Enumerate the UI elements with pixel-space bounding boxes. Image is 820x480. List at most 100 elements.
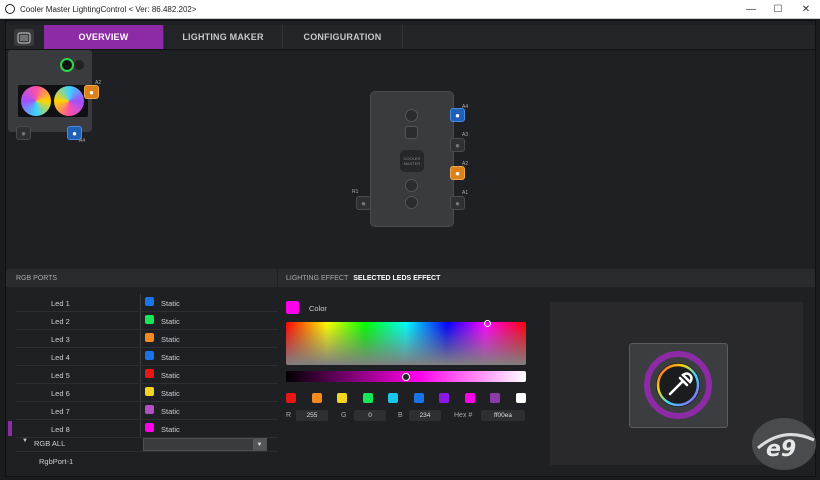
led-name: Led 4 — [51, 353, 70, 362]
preset-color-swatch[interactable] — [337, 393, 347, 403]
window-titlebar: Cooler Master LightingControl < Ver: 86.… — [0, 0, 820, 19]
preset-color-swatch[interactable] — [490, 393, 500, 403]
port-badge-r1[interactable]: ● — [356, 196, 371, 210]
tab-lighting-maker[interactable]: LIGHTING MAKER — [164, 25, 283, 49]
port-label: A2 — [95, 80, 102, 86]
pump-icon — [60, 58, 74, 72]
caret-down-icon[interactable]: ▼ — [22, 438, 28, 444]
led-color-swatch[interactable] — [145, 387, 154, 396]
led-row[interactable]: Led 5 Static — [16, 366, 281, 384]
column-divider — [140, 312, 141, 329]
b-label: B — [398, 412, 403, 419]
led-effect: Static — [161, 407, 180, 416]
radiator-icon — [18, 85, 88, 117]
preset-color-swatch[interactable] — [464, 393, 475, 403]
led-bulb-icon: ● — [455, 198, 460, 208]
rgb-port-row[interactable]: RgbPort-1 — [16, 452, 281, 469]
watermark-logo-icon: e9 — [752, 418, 816, 470]
preset-color-swatch[interactable] — [413, 393, 424, 403]
column-divider — [140, 402, 141, 419]
port-badge-a1[interactable]: ● — [450, 196, 465, 210]
current-color-swatch — [286, 301, 299, 314]
led-bulb-icon: ● — [21, 128, 26, 138]
chevron-down-icon[interactable]: ▼ — [253, 439, 266, 450]
port-badge-a2[interactable]: ● — [84, 85, 99, 99]
led-row[interactable]: Led 4 Static — [16, 348, 281, 366]
led-color-swatch[interactable] — [145, 333, 154, 342]
lighting-effect-header: LIGHTING EFFECT SELECTED LEDS EFFECT — [278, 269, 815, 287]
led-row[interactable]: Led 1 Static — [16, 294, 281, 312]
brightness-slider[interactable] — [286, 371, 526, 382]
led-color-swatch[interactable] — [145, 405, 154, 414]
led-effect: Static — [161, 425, 180, 434]
cooler-master-logo-icon — [14, 29, 34, 46]
port-badge-empty[interactable]: ● — [16, 126, 31, 140]
color-label: Color — [309, 304, 327, 313]
r-input[interactable]: 255 — [296, 410, 328, 421]
led-color-swatch[interactable] — [145, 297, 154, 306]
g-input[interactable]: 0 — [354, 410, 386, 421]
effect-dropdown[interactable]: ▼ — [143, 438, 267, 451]
rgb-ports-title: RGB PORTS — [16, 274, 58, 282]
led-name: Led 3 — [51, 335, 70, 344]
led-row[interactable]: Led 3 Static — [16, 330, 281, 348]
controller-button[interactable] — [405, 109, 418, 122]
led-name: Led 7 — [51, 407, 70, 416]
led-row[interactable]: Led 6 Static — [16, 384, 281, 402]
led-effect: Static — [161, 389, 180, 398]
preset-color-swatch[interactable] — [388, 393, 398, 403]
preset-color-swatch[interactable] — [362, 393, 373, 403]
tab-overview[interactable]: OVERVIEW — [44, 25, 164, 49]
maximize-icon[interactable]: ☐ — [765, 0, 791, 18]
led-bulb-icon: ● — [361, 198, 366, 208]
color-picker-button[interactable] — [629, 343, 728, 428]
led-color-swatch[interactable] — [145, 351, 154, 360]
color-spectrum-picker[interactable] — [286, 320, 526, 365]
app-window: OVERVIEW LIGHTING MAKER CONFIGURATION ● … — [5, 20, 816, 477]
b-input[interactable]: 234 — [409, 410, 441, 421]
port-badge-a3[interactable]: ● — [450, 138, 465, 152]
column-divider — [140, 330, 141, 347]
led-row[interactable]: Led 7 Static — [16, 402, 281, 420]
led-bulb-icon: ● — [455, 110, 460, 120]
lighting-panel: Color R 255 G 0 B 234 Hex # ff00ea — [278, 287, 815, 476]
tube-icon — [74, 60, 84, 70]
led-bulb-icon: ● — [89, 87, 94, 97]
port-label: A4 — [79, 138, 86, 144]
controller-button[interactable] — [405, 126, 418, 139]
preset-color-swatch[interactable] — [515, 393, 526, 403]
port-label: A2 — [462, 161, 469, 167]
preset-color-swatch[interactable] — [286, 393, 296, 403]
led-color-swatch[interactable] — [145, 369, 154, 378]
led-row[interactable]: Led 2 Static — [16, 312, 281, 330]
controller-button[interactable] — [405, 196, 418, 209]
preset-color-swatch[interactable] — [439, 393, 449, 403]
selected-leds-title: SELECTED LEDS EFFECT — [353, 274, 441, 282]
minimize-icon[interactable]: — — [738, 0, 764, 18]
port-badge-a2[interactable]: ● — [450, 166, 465, 180]
port-badge-a4[interactable]: ● — [450, 108, 465, 122]
slider-handle[interactable] — [402, 373, 410, 381]
tab-bar: OVERVIEW LIGHTING MAKER CONFIGURATION — [6, 25, 815, 50]
led-color-swatch[interactable] — [145, 423, 154, 432]
column-divider — [140, 384, 141, 401]
svg-text:e9: e9 — [766, 437, 796, 462]
led-effect: Static — [161, 299, 180, 308]
spectrum-cursor[interactable] — [484, 320, 491, 327]
close-icon[interactable]: ✕ — [793, 0, 819, 18]
led-name: Led 5 — [51, 371, 70, 380]
tab-configuration[interactable]: CONFIGURATION — [283, 25, 403, 49]
column-divider — [140, 348, 141, 365]
led-color-swatch[interactable] — [145, 315, 154, 324]
lighting-effect-title: LIGHTING EFFECT — [286, 274, 349, 282]
port-label: A4 — [462, 104, 469, 110]
led-name: Led 2 — [51, 317, 70, 326]
fan-icon — [54, 86, 84, 116]
controller-button[interactable] — [405, 179, 418, 192]
preset-color-swatch[interactable] — [311, 393, 322, 403]
device-card[interactable] — [8, 50, 92, 132]
hex-input[interactable]: ff00ea — [481, 410, 525, 421]
port-label: A3 — [462, 132, 469, 138]
led-bulb-icon: ● — [455, 140, 460, 150]
led-effect: Static — [161, 371, 180, 380]
